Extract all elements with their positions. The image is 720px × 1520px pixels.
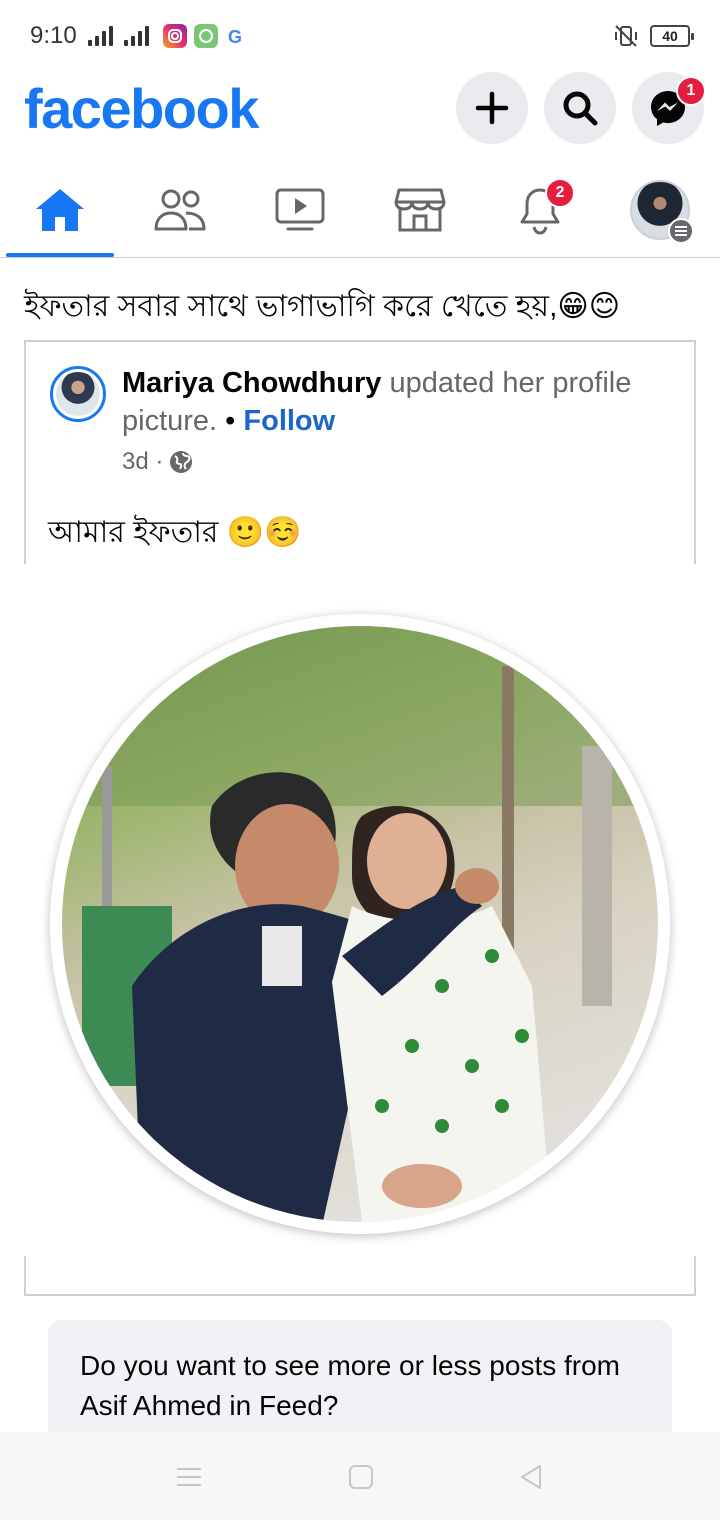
vibrate-mute-icon <box>615 25 637 47</box>
author-name[interactable]: Mariya Chowdhury <box>122 367 381 399</box>
active-tab-indicator <box>6 253 114 257</box>
app-notification-icon <box>194 24 218 48</box>
profile-picture-photo <box>62 626 658 1222</box>
tab-marketplace[interactable] <box>360 162 480 257</box>
app-header: facebook 1 <box>0 72 720 162</box>
tab-notifications[interactable]: 2 <box>480 162 600 257</box>
signal-icon <box>124 26 149 46</box>
profile-picture-frame[interactable] <box>50 614 670 1234</box>
home-nav-icon[interactable] <box>346 1462 376 1492</box>
facebook-logo[interactable]: facebook <box>24 76 259 141</box>
google-icon: G <box>224 24 248 48</box>
author-avatar[interactable] <box>50 366 106 422</box>
signal-icon <box>88 26 113 46</box>
tab-menu[interactable] <box>600 162 720 257</box>
marketplace-icon <box>394 188 446 231</box>
tab-home[interactable] <box>0 162 120 257</box>
tab-watch[interactable] <box>240 162 360 257</box>
separator-dot: • <box>217 405 244 437</box>
create-button[interactable] <box>456 72 528 144</box>
battery-indicator: 40 <box>650 25 694 47</box>
svg-text:G: G <box>228 27 242 47</box>
system-nav-bar <box>0 1432 720 1520</box>
follow-button[interactable]: Follow <box>243 405 335 437</box>
home-icon <box>36 188 84 231</box>
globe-icon <box>170 451 193 473</box>
author-line: Mariya Chowdhury updated her profile pic… <box>122 364 682 440</box>
status-bar: 9:10 G 40 <box>0 0 720 72</box>
recent-apps-icon[interactable] <box>174 1462 204 1492</box>
instagram-icon <box>163 24 187 48</box>
shared-post-text: আমার ইফতার 🙂☺️ <box>48 516 302 549</box>
post-caption: ইফতার সবার সাথে ভাগাভাগি করে খেতে হয়,😁😊 <box>24 290 620 323</box>
status-time: 9:10 <box>30 22 77 49</box>
messenger-badge: 1 <box>676 76 706 106</box>
tab-bar: 2 <box>0 162 720 258</box>
search-icon <box>563 91 598 126</box>
plus-icon <box>475 91 509 125</box>
video-icon <box>275 188 325 230</box>
messenger-button[interactable]: 1 <box>632 72 706 144</box>
post-time: 3d · <box>122 448 164 475</box>
notifications-badge: 2 <box>545 178 575 208</box>
tab-friends[interactable] <box>120 162 240 257</box>
menu-icon <box>668 217 694 244</box>
back-nav-icon[interactable] <box>516 1462 546 1492</box>
post-meta: 3d · <box>122 448 193 476</box>
friends-icon <box>154 189 206 230</box>
search-button[interactable] <box>544 72 616 144</box>
feed-preference-question: Do you want to see more or less posts fr… <box>80 1350 620 1421</box>
